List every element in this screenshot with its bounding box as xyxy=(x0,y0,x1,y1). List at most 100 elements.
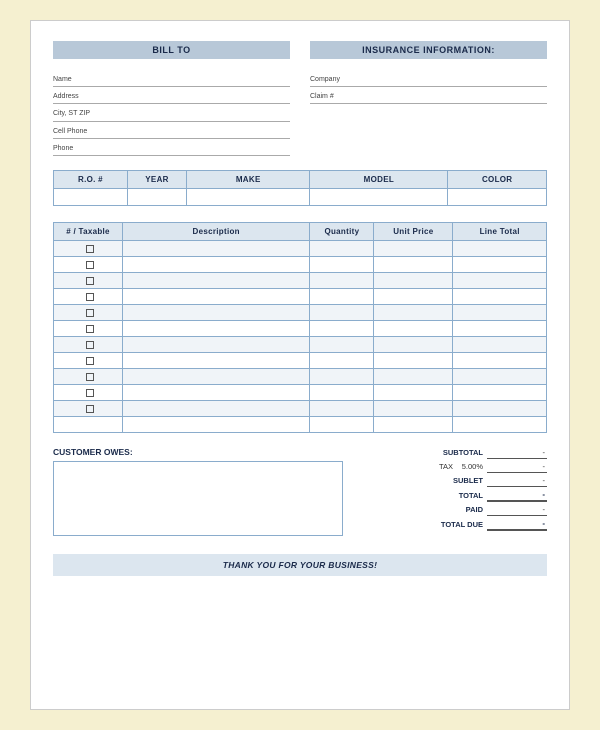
table-row xyxy=(54,288,547,304)
item-description-cell[interactable] xyxy=(123,384,310,400)
item-description-cell[interactable] xyxy=(123,336,310,352)
item-total-cell[interactable] xyxy=(453,288,547,304)
item-total-cell[interactable] xyxy=(453,416,547,432)
item-quantity-cell[interactable] xyxy=(310,400,374,416)
item-num-taxable-cell[interactable] xyxy=(54,336,123,352)
item-price-cell[interactable] xyxy=(374,416,453,432)
vehicle-color[interactable] xyxy=(448,188,547,205)
item-description-cell[interactable] xyxy=(123,240,310,256)
taxable-checkbox[interactable] xyxy=(86,405,94,413)
item-total-cell[interactable] xyxy=(453,304,547,320)
item-price-cell[interactable] xyxy=(374,288,453,304)
item-num-taxable-cell[interactable] xyxy=(54,352,123,368)
item-description-cell[interactable] xyxy=(123,272,310,288)
item-quantity-cell[interactable] xyxy=(310,352,374,368)
item-num-taxable-cell[interactable] xyxy=(54,368,123,384)
taxable-checkbox[interactable] xyxy=(86,309,94,317)
item-price-cell[interactable] xyxy=(374,272,453,288)
item-price-cell[interactable] xyxy=(374,256,453,272)
item-quantity-cell[interactable] xyxy=(310,368,374,384)
item-quantity-cell[interactable] xyxy=(310,240,374,256)
taxable-checkbox[interactable] xyxy=(86,341,94,349)
vehicle-col-model: MODEL xyxy=(310,170,448,188)
sublet-row: SUBLET - xyxy=(353,475,547,487)
item-quantity-cell[interactable] xyxy=(310,288,374,304)
item-num-taxable-cell[interactable] xyxy=(54,400,123,416)
taxable-checkbox[interactable] xyxy=(86,357,94,365)
item-quantity-cell[interactable] xyxy=(310,256,374,272)
customer-owes-textarea[interactable] xyxy=(53,461,343,536)
taxable-checkbox[interactable] xyxy=(86,389,94,397)
item-total-cell[interactable] xyxy=(453,240,547,256)
vehicle-table: R.O. # YEAR MAKE MODEL COLOR xyxy=(53,170,547,206)
item-total-cell[interactable] xyxy=(453,400,547,416)
item-price-cell[interactable] xyxy=(374,384,453,400)
taxable-checkbox[interactable] xyxy=(86,245,94,253)
item-quantity-cell[interactable] xyxy=(310,304,374,320)
header-row: BILL TO INSURANCE INFORMATION: xyxy=(53,41,547,59)
insurance-fields: Company Claim # xyxy=(310,73,547,156)
vehicle-model[interactable] xyxy=(310,188,448,205)
tax-value: - xyxy=(487,461,547,473)
subtotal-row: SUBTOTAL - xyxy=(353,447,547,459)
item-price-cell[interactable] xyxy=(374,368,453,384)
item-total-cell[interactable] xyxy=(453,384,547,400)
item-num-taxable-cell[interactable] xyxy=(54,384,123,400)
item-total-cell[interactable] xyxy=(453,368,547,384)
table-row xyxy=(54,368,547,384)
table-row xyxy=(54,384,547,400)
item-total-cell[interactable] xyxy=(453,320,547,336)
vehicle-ro[interactable] xyxy=(54,188,128,205)
item-total-cell[interactable] xyxy=(453,272,547,288)
item-num-taxable-cell[interactable] xyxy=(54,304,123,320)
vehicle-col-year: YEAR xyxy=(127,170,186,188)
item-quantity-cell[interactable] xyxy=(310,416,374,432)
item-num-taxable-cell[interactable] xyxy=(54,272,123,288)
field-name: Name xyxy=(53,73,290,87)
footer-bar: THANK YOU FOR YOUR BUSINESS! xyxy=(53,554,547,576)
item-description-cell[interactable] xyxy=(123,352,310,368)
item-description-cell[interactable] xyxy=(123,368,310,384)
vehicle-col-make: MAKE xyxy=(187,170,310,188)
table-row xyxy=(54,336,547,352)
vehicle-col-ro: R.O. # xyxy=(54,170,128,188)
taxable-checkbox[interactable] xyxy=(86,277,94,285)
vehicle-year[interactable] xyxy=(127,188,186,205)
item-num-taxable-cell[interactable] xyxy=(54,320,123,336)
item-total-cell[interactable] xyxy=(453,256,547,272)
taxable-checkbox[interactable] xyxy=(86,261,94,269)
item-description-cell[interactable] xyxy=(123,288,310,304)
taxable-checkbox[interactable] xyxy=(86,373,94,381)
item-num-taxable-cell[interactable] xyxy=(54,416,123,432)
vehicle-make[interactable] xyxy=(187,188,310,205)
item-price-cell[interactable] xyxy=(374,400,453,416)
table-row xyxy=(54,272,547,288)
taxable-checkbox[interactable] xyxy=(86,293,94,301)
item-description-cell[interactable] xyxy=(123,416,310,432)
tax-rate: 5.00% xyxy=(455,462,483,471)
item-quantity-cell[interactable] xyxy=(310,320,374,336)
item-description-cell[interactable] xyxy=(123,320,310,336)
item-price-cell[interactable] xyxy=(374,240,453,256)
item-price-cell[interactable] xyxy=(374,336,453,352)
taxable-checkbox[interactable] xyxy=(86,325,94,333)
item-num-taxable-cell[interactable] xyxy=(54,288,123,304)
bottom-section: CUSTOMER OWES: SUBTOTAL - TAX 5.00% - SU… xyxy=(53,447,547,536)
item-num-taxable-cell[interactable] xyxy=(54,256,123,272)
item-description-cell[interactable] xyxy=(123,256,310,272)
item-total-cell[interactable] xyxy=(453,352,547,368)
field-company: Company xyxy=(310,73,547,87)
total-row: TOTAL - xyxy=(353,489,547,502)
col-num-taxable: # / Taxable xyxy=(54,222,123,240)
item-price-cell[interactable] xyxy=(374,352,453,368)
item-quantity-cell[interactable] xyxy=(310,272,374,288)
item-price-cell[interactable] xyxy=(374,304,453,320)
item-description-cell[interactable] xyxy=(123,400,310,416)
item-price-cell[interactable] xyxy=(374,320,453,336)
item-quantity-cell[interactable] xyxy=(310,384,374,400)
table-row xyxy=(54,304,547,320)
item-quantity-cell[interactable] xyxy=(310,336,374,352)
item-total-cell[interactable] xyxy=(453,336,547,352)
item-description-cell[interactable] xyxy=(123,304,310,320)
item-num-taxable-cell[interactable] xyxy=(54,240,123,256)
